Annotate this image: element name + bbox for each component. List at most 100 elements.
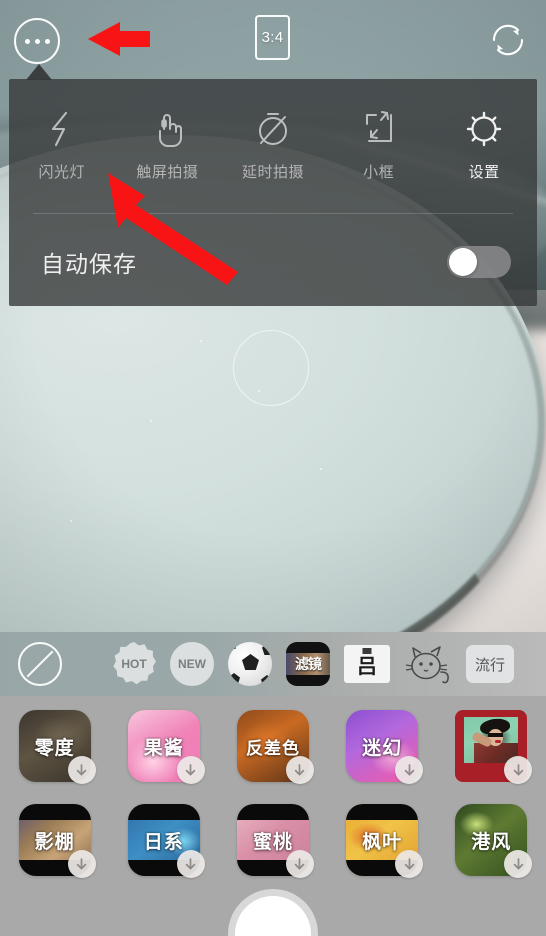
filter-tile-label: 港风 xyxy=(471,831,512,853)
filter-tile-label: 枫叶 xyxy=(362,831,403,853)
category-no-filter[interactable] xyxy=(18,642,62,686)
autosave-label: 自动保存 xyxy=(41,251,137,277)
download-badge[interactable] xyxy=(504,756,533,784)
filter-tile-label: 反差色 xyxy=(245,738,300,758)
polaroid-photo xyxy=(464,717,519,763)
filter-row: 零度 果酱 反差色 迷幻 xyxy=(0,696,546,784)
category-popular[interactable]: 流行 xyxy=(466,645,514,683)
filter-cell[interactable]: 影棚 xyxy=(18,804,96,878)
download-arrow-icon xyxy=(76,763,87,775)
cat-doodle-icon xyxy=(405,646,449,684)
filter-row: 影棚 日系 蜜桃 枫叶 港风 xyxy=(0,782,546,878)
popular-pill-icon: 流行 xyxy=(466,645,514,683)
category-filter-label: 滤镜 xyxy=(295,656,322,672)
download-badge[interactable] xyxy=(285,756,314,784)
film-bar-top xyxy=(127,804,200,820)
aspect-ratio-label: 3:4 xyxy=(261,29,284,46)
category-popular-label: 流行 xyxy=(474,656,505,674)
card-mini-block xyxy=(362,648,372,654)
small-frame-icon xyxy=(358,105,400,153)
filter-cell[interactable]: 日系 xyxy=(127,804,205,878)
panel-label-settings: 设置 xyxy=(468,164,500,181)
download-badge[interactable] xyxy=(285,850,314,878)
panel-item-timer[interactable]: 延时拍摄 xyxy=(220,97,326,202)
film-bar-top xyxy=(18,804,91,820)
download-arrow-icon xyxy=(295,763,305,775)
film-bar-top xyxy=(346,804,419,820)
flip-camera-button[interactable] xyxy=(484,16,532,64)
download-badge[interactable] xyxy=(67,756,96,784)
filter-tile-label: 迷幻 xyxy=(362,737,403,759)
panel-label-small-frame: 小框 xyxy=(363,164,395,181)
download-arrow-icon xyxy=(186,763,196,775)
filter-tile-label: 蜜桃 xyxy=(252,831,293,853)
focus-ring xyxy=(233,330,309,406)
new-badge-icon: NEW xyxy=(170,642,214,686)
ellipsis-dot-icon xyxy=(24,38,30,44)
soccer-ball-icon xyxy=(228,642,272,686)
download-arrow-icon xyxy=(404,857,414,869)
download-badge[interactable] xyxy=(395,756,424,784)
timer-off-icon xyxy=(251,105,295,153)
switch-camera-icon xyxy=(492,24,524,56)
hot-badge-icon: HOT xyxy=(113,642,156,685)
download-badge[interactable] xyxy=(504,850,533,878)
autosave-row[interactable]: 自动保存 xyxy=(9,227,537,297)
filter-thumb-icon: 滤镜 xyxy=(286,642,330,686)
filter-cell[interactable]: 枫叶 xyxy=(345,804,424,878)
panel-label-timer: 延时拍摄 xyxy=(241,164,304,181)
filter-cell[interactable]: 迷幻 xyxy=(345,710,424,784)
more-options-button[interactable] xyxy=(14,18,60,64)
category-sports[interactable] xyxy=(228,642,272,686)
options-panel: 闪光灯 触屏拍摄 延时拍摄 小框 设置 自动保存 xyxy=(9,79,537,306)
touch-shoot-icon xyxy=(147,105,187,153)
download-badge[interactable] xyxy=(67,850,96,878)
category-filter[interactable]: 滤镜 xyxy=(286,642,330,686)
filter-cell[interactable]: 零度 xyxy=(18,710,96,784)
ellipsis-dot-icon xyxy=(34,38,40,44)
filter-tile-label: 影棚 xyxy=(34,831,75,853)
film-bar-top xyxy=(236,804,309,820)
camera-screen: 3:4 闪光灯 触屏拍摄 延时拍摄 小框 设置 自动保存 HOT NEW 滤镜 … xyxy=(0,0,546,936)
ellipsis-dot-icon xyxy=(44,38,50,44)
download-arrow-icon xyxy=(76,857,87,869)
download-arrow-icon xyxy=(513,763,524,775)
filter-tile-label: 日系 xyxy=(143,831,184,853)
toggle-knob xyxy=(449,248,477,276)
category-new[interactable]: NEW xyxy=(170,642,214,686)
category-new-label: NEW xyxy=(178,657,206,671)
panel-caret xyxy=(26,64,52,80)
panel-label-touch-shoot: 触屏拍摄 xyxy=(136,164,199,181)
panel-options-row: 闪光灯 触屏拍摄 延时拍摄 小框 设置 xyxy=(9,97,537,202)
polaroid-sunglasses xyxy=(488,733,504,737)
panel-label-flash: 闪光灯 xyxy=(38,164,86,181)
polaroid-lips xyxy=(495,740,502,743)
gear-icon xyxy=(462,105,506,153)
filter-cell[interactable] xyxy=(454,710,533,784)
panel-item-small-frame[interactable]: 小框 xyxy=(326,97,432,202)
download-badge[interactable] xyxy=(395,850,424,878)
panel-divider xyxy=(33,213,513,214)
download-arrow-icon xyxy=(295,857,305,869)
autosave-toggle[interactable] xyxy=(447,246,511,278)
panel-item-flash[interactable]: 闪光灯 xyxy=(9,97,115,202)
download-badge[interactable] xyxy=(176,850,205,878)
category-cat-doodle[interactable] xyxy=(404,642,452,686)
filter-category-bar: HOT NEW 滤镜 吕 流行 xyxy=(0,632,546,696)
top-bar: 3:4 xyxy=(0,0,546,78)
filter-cell[interactable]: 反差色 xyxy=(236,710,314,784)
panel-item-touch-shoot[interactable]: 触屏拍摄 xyxy=(115,97,221,202)
category-hot[interactable]: HOT xyxy=(112,642,156,686)
download-badge[interactable] xyxy=(176,756,205,784)
download-arrow-icon xyxy=(513,857,524,869)
filter-cell[interactable]: 果酱 xyxy=(127,710,205,784)
filter-cell[interactable]: 港风 xyxy=(454,804,533,878)
filter-tile-label: 零度 xyxy=(34,737,75,759)
category-character[interactable]: 吕 xyxy=(344,645,390,683)
filter-tile-label: 果酱 xyxy=(143,737,184,759)
download-arrow-icon xyxy=(404,763,414,775)
aspect-ratio-button[interactable]: 3:4 xyxy=(255,15,290,60)
panel-item-settings[interactable]: 设置 xyxy=(431,97,537,202)
filter-cell[interactable]: 蜜桃 xyxy=(236,804,314,878)
category-hot-label: HOT xyxy=(121,657,147,671)
